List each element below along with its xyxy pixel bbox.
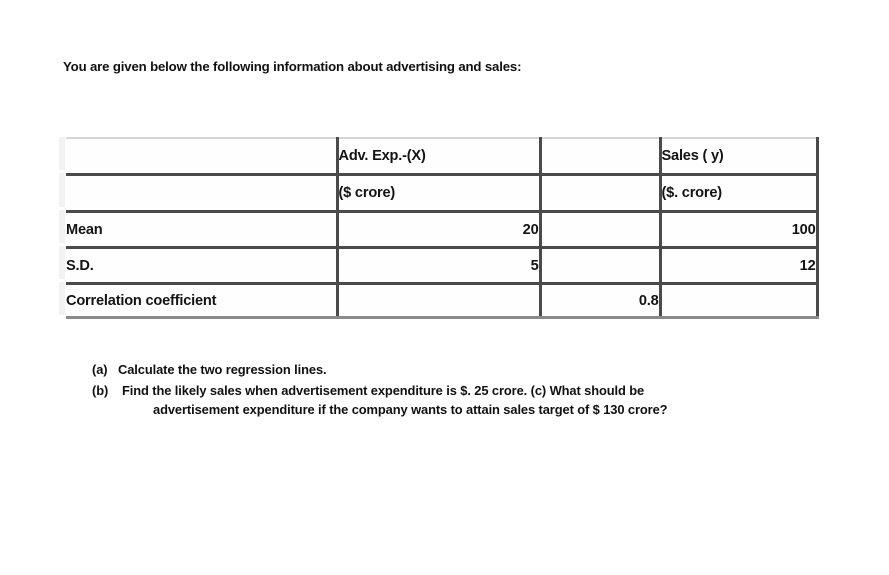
- cell-sd-middle: [540, 247, 662, 285]
- header-sales-unit: ($. crore): [660, 174, 819, 213]
- question-b-line-1: Find the likely sales when advertisement…: [122, 382, 645, 398]
- cell-mean-y: 100: [660, 211, 819, 249]
- statistics-table: Adv. Exp.-(X) Sales ( y) ($ crore) ($. c…: [66, 137, 819, 319]
- table-header-row-2: ($ crore) ($. crore): [66, 174, 819, 213]
- cell-correlation-x: [337, 283, 542, 319]
- header-middle-blank-1: [540, 137, 662, 176]
- cell-correlation-y: [660, 283, 819, 319]
- header-middle-blank-2: [540, 174, 662, 213]
- table-row: S.D. 5 12: [66, 247, 819, 285]
- header-label-blank-1: [66, 137, 339, 176]
- question-a-text: Calculate the two regression lines.: [118, 362, 327, 377]
- cell-mean-x: 20: [337, 211, 542, 249]
- document-page: You are given below the following inform…: [0, 0, 889, 575]
- row-label-sd: S.D.: [66, 247, 339, 285]
- question-item-a: (a) Calculate the two regression lines.: [92, 360, 792, 380]
- cell-mean-middle: [540, 211, 662, 249]
- table-row: Mean 20 100: [66, 211, 819, 249]
- header-label-blank-2: [66, 174, 339, 213]
- intro-text: You are given below the following inform…: [63, 59, 522, 74]
- row-label-mean: Mean: [66, 211, 339, 249]
- question-b-tag: (b): [92, 382, 109, 398]
- questions-block: (a) Calculate the two regression lines. …: [92, 360, 792, 420]
- question-a-tag: (a): [92, 362, 108, 377]
- question-item-b: (b) Find the likely sales when advertise…: [92, 381, 792, 420]
- statistics-table-container: Adv. Exp.-(X) Sales ( y) ($ crore) ($. c…: [66, 137, 819, 319]
- cell-correlation-value: 0.8: [540, 283, 662, 319]
- table-header-row-1: Adv. Exp.-(X) Sales ( y): [66, 137, 819, 176]
- header-sales-title: Sales ( y): [660, 137, 819, 176]
- cell-sd-x: 5: [337, 247, 542, 285]
- header-adv-exp-unit: ($ crore): [337, 174, 542, 213]
- table-left-gutter: [59, 137, 65, 315]
- question-b-line-2: advertisement expenditure if the company…: [153, 402, 668, 417]
- header-adv-exp-title: Adv. Exp.-(X): [337, 137, 542, 176]
- question-b-text-wrap: Find the likely sales when advertisement…: [122, 381, 792, 420]
- row-label-correlation-coefficient: Correlation coefficient: [66, 283, 339, 319]
- table-row: Correlation coefficient 0.8: [66, 283, 819, 319]
- cell-sd-y: 12: [660, 247, 819, 285]
